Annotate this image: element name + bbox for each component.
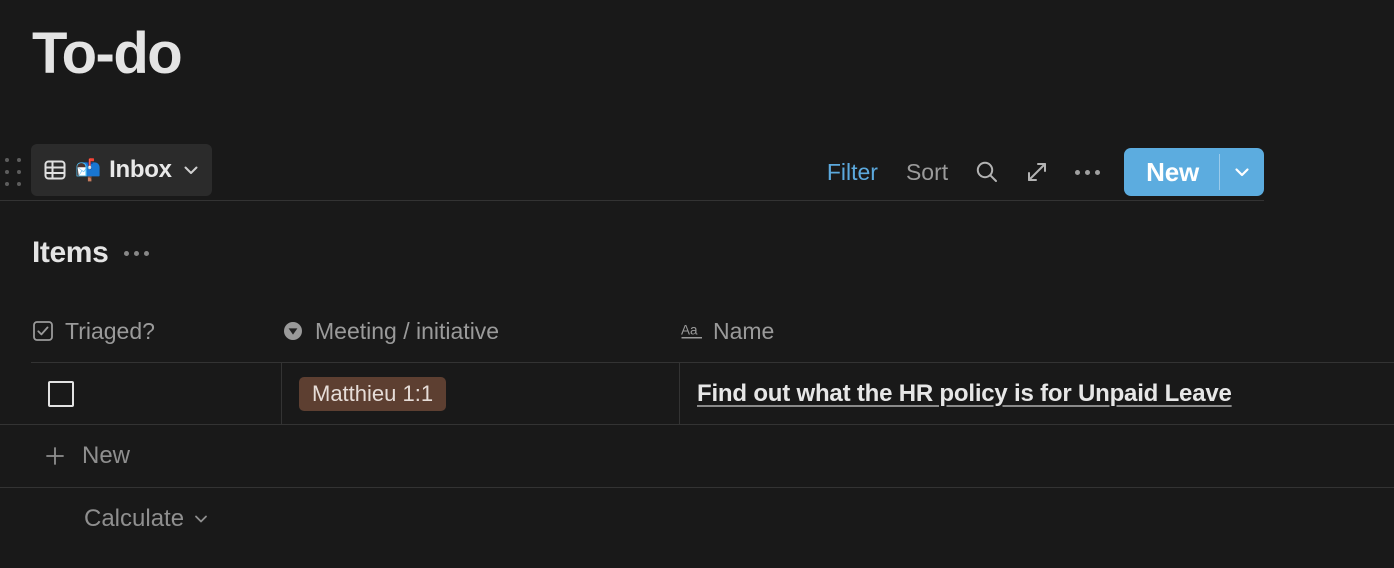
column-header-label: Triaged? (65, 318, 155, 345)
column-header-triaged[interactable]: Triaged? (32, 300, 282, 362)
chevron-down-icon[interactable] (192, 510, 210, 528)
drag-handle-icon[interactable] (4, 156, 22, 188)
item-name-link[interactable]: Find out what the HR policy is for Unpai… (697, 380, 1232, 408)
new-item-row[interactable]: New (0, 425, 1394, 487)
page-title: To-do (32, 20, 181, 88)
toolbar-actions: Filter Sort New (813, 143, 1264, 201)
mailbox-icon: 📬 (75, 160, 101, 181)
cell-name[interactable]: Find out what the HR policy is for Unpai… (680, 363, 1394, 424)
meeting-tag[interactable]: Matthieu 1:1 (299, 377, 446, 411)
chevron-down-icon[interactable] (182, 161, 200, 179)
items-table: Triaged? Meeting / initiative Aa (0, 300, 1394, 550)
expand-diagonal-icon[interactable] (1012, 151, 1062, 193)
sort-button[interactable]: Sort (892, 159, 962, 186)
column-header-label: Name (713, 318, 774, 345)
todo-database-page: To-do 📬 Inbox Filter (0, 0, 1394, 568)
checkbox-checked-icon (32, 320, 54, 342)
new-item-label: New (82, 442, 130, 470)
section-ellipsis-icon[interactable] (122, 245, 151, 262)
text-aa-icon: Aa (680, 320, 702, 342)
table-header-row: Triaged? Meeting / initiative Aa (0, 300, 1394, 362)
cell-meeting[interactable]: Matthieu 1:1 (282, 363, 680, 424)
svg-text:Aa: Aa (681, 323, 698, 338)
ellipsis-icon[interactable] (1062, 151, 1112, 193)
section-header: Items (32, 236, 151, 270)
search-icon[interactable] (962, 151, 1012, 193)
view-tab-label: Inbox (109, 156, 172, 184)
section-title: Items (32, 236, 108, 270)
table-row[interactable]: Matthieu 1:1 Find out what the HR policy… (0, 363, 1394, 424)
new-button-dropdown[interactable] (1220, 148, 1264, 196)
column-header-meeting[interactable]: Meeting / initiative (282, 300, 680, 362)
cell-triaged[interactable] (32, 363, 282, 424)
filter-button[interactable]: Filter (813, 159, 892, 186)
new-button[interactable]: New (1124, 148, 1219, 196)
table-grid-icon (43, 158, 67, 182)
select-circle-icon (282, 320, 304, 342)
calculate-row[interactable]: Calculate (0, 488, 1394, 550)
view-tab-inbox[interactable]: 📬 Inbox (31, 144, 212, 196)
column-header-label: Meeting / initiative (315, 318, 499, 345)
calculate-label: Calculate (84, 505, 184, 533)
new-button-group: New (1124, 148, 1264, 196)
database-toolbar: 📬 Inbox Filter Sort (0, 143, 1264, 201)
column-header-name[interactable]: Aa Name (680, 300, 1394, 362)
triaged-checkbox[interactable] (48, 381, 74, 407)
plus-icon (44, 445, 66, 467)
